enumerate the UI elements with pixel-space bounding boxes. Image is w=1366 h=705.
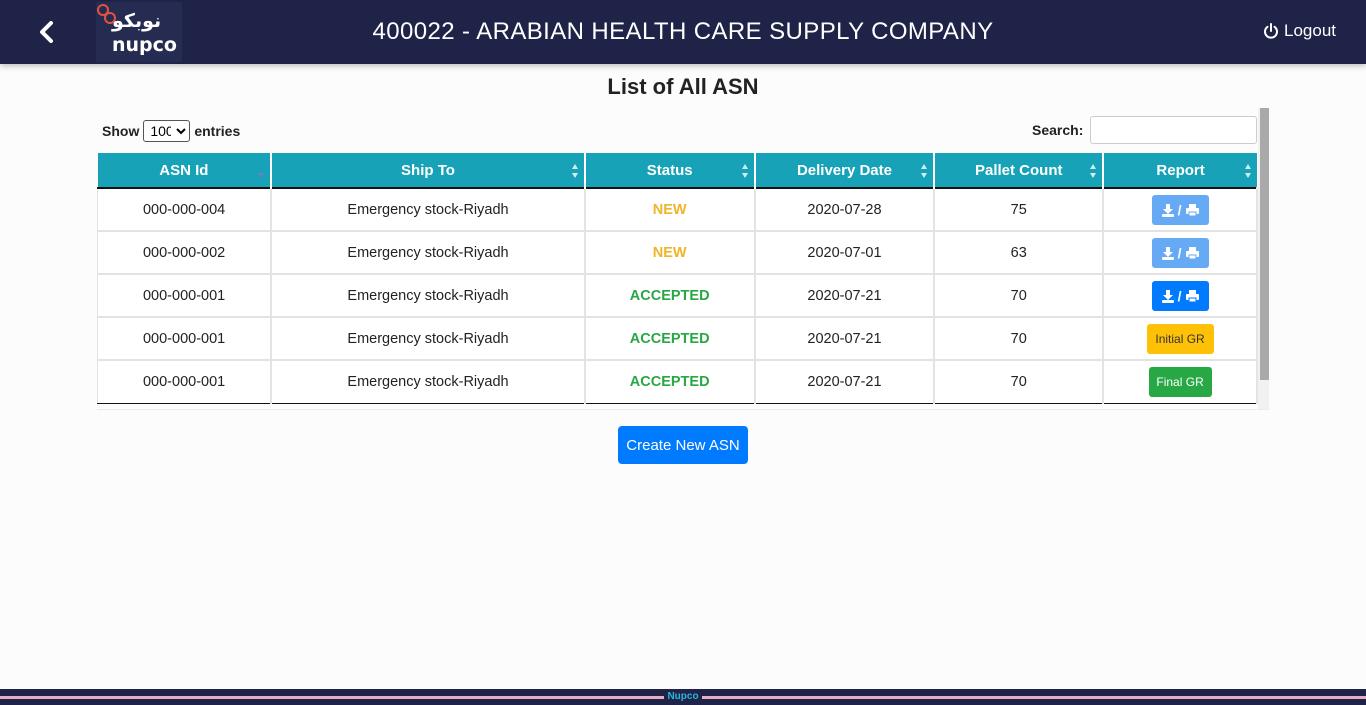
table-row: 000-000-001 Emergency stock-Riyadh ACCEP… <box>97 317 1258 361</box>
logo-text-english: nupco <box>112 34 177 56</box>
cell-report: / <box>1103 231 1258 275</box>
chevron-left-icon <box>40 21 53 43</box>
top-header: نوبكو nupco 400022 - ARABIAN HEALTH CARE… <box>0 0 1366 64</box>
cell-ship-to: Emergency stock-Riyadh <box>271 188 586 232</box>
column-label: Report <box>1156 161 1205 179</box>
column-label: Status <box>646 161 693 179</box>
page-title: List of All ASN <box>607 74 759 99</box>
table-row: 000-000-001 Emergency stock-Riyadh ACCEP… <box>97 274 1258 318</box>
cell-delivery-date: 2020-07-01 <box>754 231 936 275</box>
table-row: 000-000-001 Emergency stock-Riyadh ACCEP… <box>97 360 1258 404</box>
company-title: 400022 - ARABIAN HEALTH CARE SUPPLY COMP… <box>372 18 994 45</box>
table-header-row: ASN Id Ship To Status Delivery Date Pall… <box>97 153 1257 188</box>
cell-delivery-date: 2020-07-21 <box>754 360 936 404</box>
entries-label: entries <box>194 123 241 139</box>
asn-table: ASN Id Ship To Status Delivery Date Pall… <box>97 153 1258 404</box>
table-scroll-bottom <box>97 409 1269 410</box>
column-header-asn-id[interactable]: ASN Id <box>97 153 273 188</box>
column-header-report[interactable]: Report <box>1103 153 1257 188</box>
initial-gr-button[interactable]: Initial GR <box>1146 323 1214 354</box>
logo-text-arabic: نوبكو <box>112 10 162 32</box>
search-input[interactable] <box>1090 116 1258 144</box>
asn-table-container: ASN Id Ship To Status Delivery Date Pall… <box>97 153 1258 404</box>
cell-ship-to: Emergency stock-Riyadh <box>271 274 586 318</box>
cell-status: ACCEPTED <box>584 317 756 361</box>
back-button[interactable] <box>34 18 60 46</box>
cell-ship-to: Emergency stock-Riyadh <box>271 231 586 275</box>
page-size-control: Show 100 entries <box>102 120 240 142</box>
cell-asn-id: 000-000-002 <box>97 231 273 275</box>
cell-status: ACCEPTED <box>584 274 756 318</box>
cell-asn-id: 000-000-001 <box>97 317 273 361</box>
cell-pallet-count: 70 <box>934 274 1105 318</box>
cell-asn-id: 000-000-004 <box>97 188 273 232</box>
cell-report: Final GR <box>1103 360 1258 404</box>
sort-both-icon <box>1245 164 1251 178</box>
report-separator: / <box>1177 244 1182 261</box>
create-new-asn-button[interactable]: Create New ASN <box>618 426 748 464</box>
print-icon <box>1185 289 1199 302</box>
cell-delivery-date: 2020-07-28 <box>754 188 936 232</box>
search-control: Search: <box>1032 116 1258 144</box>
print-icon <box>1185 203 1199 216</box>
cell-pallet-count: 75 <box>934 188 1105 232</box>
logout-button[interactable]: Logout <box>1263 20 1336 42</box>
footer-text: Nupco <box>0 691 1366 703</box>
cell-asn-id: 000-000-001 <box>97 360 273 404</box>
sort-both-icon <box>921 164 928 178</box>
cell-delivery-date: 2020-07-21 <box>754 274 936 318</box>
cell-status: NEW <box>584 188 756 232</box>
cell-pallet-count: 70 <box>934 360 1105 404</box>
page-footer: Nupco <box>0 689 1366 705</box>
cell-pallet-count: 63 <box>934 231 1105 275</box>
column-label: ASN Id <box>159 161 209 179</box>
sort-both-icon <box>1090 164 1097 178</box>
sort-both-icon <box>571 164 578 178</box>
download-icon <box>1161 246 1174 260</box>
table-row: 000-000-002 Emergency stock-Riyadh NEW 2… <box>97 231 1258 275</box>
download-print-button[interactable]: / <box>1151 280 1209 311</box>
show-label: Show <box>102 123 140 139</box>
column-header-status[interactable]: Status <box>584 153 756 188</box>
cell-report: / <box>1103 274 1258 318</box>
download-icon <box>1161 289 1174 303</box>
page-size-select[interactable]: 100 <box>143 120 191 142</box>
cell-report: / <box>1103 188 1258 232</box>
cell-pallet-count: 70 <box>934 317 1105 361</box>
table-row: 000-000-004 Emergency stock-Riyadh NEW 2… <box>97 188 1258 232</box>
download-icon <box>1161 203 1174 217</box>
sort-both-icon <box>741 164 748 178</box>
column-header-delivery-date[interactable]: Delivery Date <box>754 153 936 188</box>
cell-status: ACCEPTED <box>584 360 756 404</box>
column-label: Ship To <box>401 161 455 179</box>
cell-report: Initial GR <box>1103 317 1258 361</box>
cell-delivery-date: 2020-07-21 <box>754 317 936 361</box>
download-print-button[interactable]: / <box>1151 237 1209 268</box>
logout-label: Logout <box>1284 21 1336 40</box>
print-icon <box>1185 246 1199 259</box>
cell-asn-id: 000-000-001 <box>97 274 273 318</box>
power-icon <box>1264 23 1278 39</box>
table-scrollbar-thumb[interactable] <box>1260 108 1269 380</box>
column-header-ship-to[interactable]: Ship To <box>271 153 586 188</box>
column-label: Delivery Date <box>796 161 892 179</box>
nupco-logo: نوبكو nupco <box>96 2 182 62</box>
cell-ship-to: Emergency stock-Riyadh <box>271 317 586 361</box>
sort-desc-icon <box>258 164 265 178</box>
download-print-button[interactable]: / <box>1151 194 1209 225</box>
cell-ship-to: Emergency stock-Riyadh <box>271 360 586 404</box>
search-label: Search: <box>1032 122 1084 138</box>
final-gr-button[interactable]: Final GR <box>1148 366 1212 397</box>
footer-brand: Nupco <box>664 691 702 702</box>
column-label: Pallet Count <box>974 161 1063 179</box>
cell-status: NEW <box>584 231 756 275</box>
report-separator: / <box>1177 201 1182 218</box>
report-separator: / <box>1177 287 1182 304</box>
column-header-pallet-count[interactable]: Pallet Count <box>934 153 1105 188</box>
